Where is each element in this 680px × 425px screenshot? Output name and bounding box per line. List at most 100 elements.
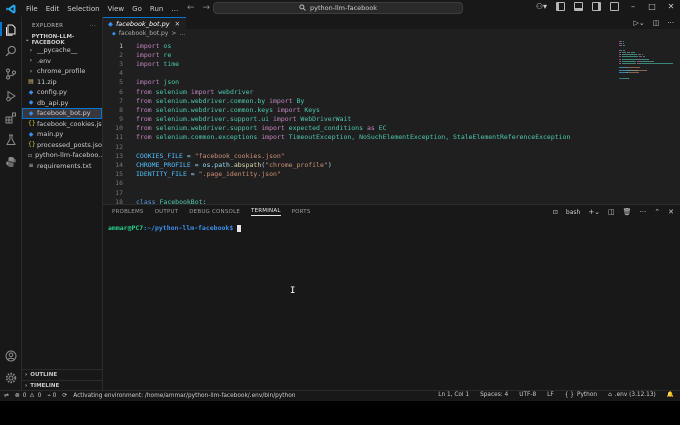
extensions-icon[interactable] xyxy=(5,112,17,124)
split-editor-icon[interactable]: ◫ xyxy=(653,19,660,27)
breadcrumb-file[interactable]: facebook_bot.py xyxy=(119,30,169,37)
tab-ports[interactable]: PORTS xyxy=(292,209,311,215)
problems-status[interactable]: ⊗ 0 ⚠ 0 xyxy=(15,393,41,399)
close-icon[interactable]: ✕ xyxy=(666,2,676,11)
minimap-token xyxy=(636,60,640,62)
menu-run[interactable]: Run xyxy=(146,5,167,13)
manage-gear-icon[interactable] xyxy=(5,372,17,384)
split-terminal-icon[interactable]: ◫ xyxy=(608,208,615,216)
tab-output[interactable]: OUTPUT xyxy=(155,209,179,215)
breadcrumb-separator: > xyxy=(171,30,177,37)
more-actions-icon[interactable]: ··· xyxy=(90,23,96,29)
python-icon[interactable] xyxy=(5,156,17,168)
tree-item[interactable]: › .env xyxy=(22,56,102,67)
tab-terminal[interactable]: TERMINAL xyxy=(251,208,281,216)
terminal[interactable]: ammar@PC7:~/python-llm-facebook$ xyxy=(108,224,242,232)
explorer-icon[interactable] xyxy=(5,24,17,36)
code-token: abspath xyxy=(233,161,262,170)
tree-item[interactable]: › chrome_profile xyxy=(22,66,102,77)
more-actions-icon[interactable]: ··· xyxy=(667,19,674,27)
tree-item[interactable]: ◆ facebook_bot.py xyxy=(22,108,102,119)
cursor-position[interactable]: Ln 1, Col 1 xyxy=(438,392,469,398)
close-tab-icon[interactable]: ✕ xyxy=(175,20,180,28)
code-line: 7 from selenium.webdriver.common.by impor… xyxy=(103,96,618,105)
tree-item[interactable]: ◆ db_api.py xyxy=(22,98,102,109)
tree-item[interactable]: {}facebook_cookies.json xyxy=(22,119,102,130)
tab-facebook-bot[interactable]: ◆ facebook_bot.py ✕ xyxy=(103,17,187,29)
ports-icon[interactable]: ⌁ 0 xyxy=(47,393,56,399)
toggle-secondary-sidebar-icon[interactable] xyxy=(592,2,601,11)
menu-file[interactable]: File xyxy=(22,5,42,13)
menu-go[interactable]: Go xyxy=(128,5,146,13)
line-number: 14 xyxy=(115,161,123,170)
line-text: import time xyxy=(123,60,179,68)
code-token: EC xyxy=(378,124,387,133)
line-text: from selenium import webdriver xyxy=(123,88,253,96)
tab-problems[interactable]: PROBLEMS xyxy=(112,209,144,215)
close-panel-icon[interactable]: ✕ xyxy=(668,208,674,216)
line-number: 12 xyxy=(115,142,123,151)
tree-item[interactable]: ▫ python-llm-faceboo... xyxy=(22,150,102,161)
minimize-icon[interactable]: – xyxy=(628,2,638,11)
toggle-panel-icon[interactable] xyxy=(574,2,583,11)
line-number: 11 xyxy=(115,133,123,142)
tree-item[interactable]: › __pycache__ xyxy=(22,45,102,56)
zip-file-icon: ▤ xyxy=(28,78,34,86)
source-control-icon[interactable] xyxy=(5,68,17,80)
code-token: = xyxy=(186,170,199,179)
outline-section[interactable]: › OUTLINE xyxy=(22,369,103,380)
maximize-panel-icon[interactable]: ⌃ xyxy=(654,208,660,216)
line-number: 4 xyxy=(119,69,123,78)
code-token: import xyxy=(261,124,285,133)
breadcrumb-symbols[interactable]: ... xyxy=(179,30,185,37)
tab-label: facebook_bot.py xyxy=(116,19,170,28)
tab-debug-console[interactable]: DEBUG CONSOLE xyxy=(189,209,240,215)
maximize-icon[interactable]: □ xyxy=(647,2,657,11)
search-icon[interactable] xyxy=(5,45,17,57)
remote-icon[interactable]: ⇌ xyxy=(4,393,9,399)
copilot-icon[interactable]: ⚇▾ xyxy=(536,2,547,11)
status-bar: ⇌ ⊗ 0 ⚠ 0 ⌁ 0 ⟳ Activating environment: /h… xyxy=(0,390,680,401)
timeline-label: TIMELINE xyxy=(30,383,60,389)
menu-selection[interactable]: Selection xyxy=(63,5,103,13)
status-right: Ln 1, Col 1 Spaces: 4 UTF-8 LF { } Python… xyxy=(438,392,674,398)
tree-item[interactable]: {} processed_posts.json xyxy=(22,140,102,151)
tree-item[interactable]: ◆ config.py xyxy=(22,87,102,98)
language-mode[interactable]: { } Python xyxy=(565,392,597,398)
tree-item[interactable]: ≡ requirements.txt xyxy=(22,161,102,172)
new-terminal-icon[interactable]: +⌄ xyxy=(588,208,600,216)
menu-more[interactable]: … xyxy=(167,5,182,13)
end-of-line[interactable]: LF xyxy=(547,392,554,398)
run-python-icon[interactable]: ▷⌄ xyxy=(633,19,644,27)
back-arrow-icon[interactable]: ← xyxy=(187,3,195,13)
notifications-bell-icon[interactable]: 🔔 xyxy=(667,392,674,398)
editor-tabs: ◆ facebook_bot.py ✕ ▷⌄ ◫ ··· xyxy=(103,17,680,29)
shell-name[interactable]: bash xyxy=(566,209,580,216)
code-editor[interactable]: 1 import os 2 import re 3 import time 4 5 import… xyxy=(103,41,618,206)
line-number: 8 xyxy=(119,105,123,114)
testing-icon[interactable] xyxy=(5,134,17,146)
menu-view[interactable]: View xyxy=(104,5,129,13)
customize-layout-icon[interactable] xyxy=(610,2,619,11)
indentation[interactable]: Spaces: 4 xyxy=(480,392,508,398)
tree-item[interactable]: ▤ 11.zip xyxy=(22,77,102,88)
command-center-search[interactable]: python-llm-facebook xyxy=(213,2,463,14)
encoding[interactable]: UTF-8 xyxy=(519,392,536,398)
python-interpreter[interactable]: ⌂ .env (3.12.13) xyxy=(608,392,656,398)
run-debug-icon[interactable] xyxy=(5,90,17,102)
project-folder[interactable]: ⌄ PYTHON-LLM-FACEBOOK xyxy=(22,34,102,46)
code-line: 2 import re xyxy=(103,50,618,59)
toggle-primary-sidebar-icon[interactable] xyxy=(556,2,565,11)
tree-item[interactable]: ◆ main.py xyxy=(22,129,102,140)
code-token: COOKIES_FILE xyxy=(136,151,183,160)
more-actions-icon[interactable]: ··· xyxy=(640,208,647,216)
minimap[interactable] xyxy=(619,41,675,201)
python-file-icon: ◆ xyxy=(28,109,34,117)
tree-item-label: main.py xyxy=(37,130,64,139)
forward-arrow-icon[interactable]: → xyxy=(203,3,211,13)
accounts-icon[interactable] xyxy=(5,350,17,362)
minimap-token xyxy=(640,63,673,64)
line-text: import json xyxy=(123,78,179,86)
trash-icon[interactable]: 🗑 xyxy=(623,208,632,216)
menu-edit[interactable]: Edit xyxy=(42,5,64,13)
